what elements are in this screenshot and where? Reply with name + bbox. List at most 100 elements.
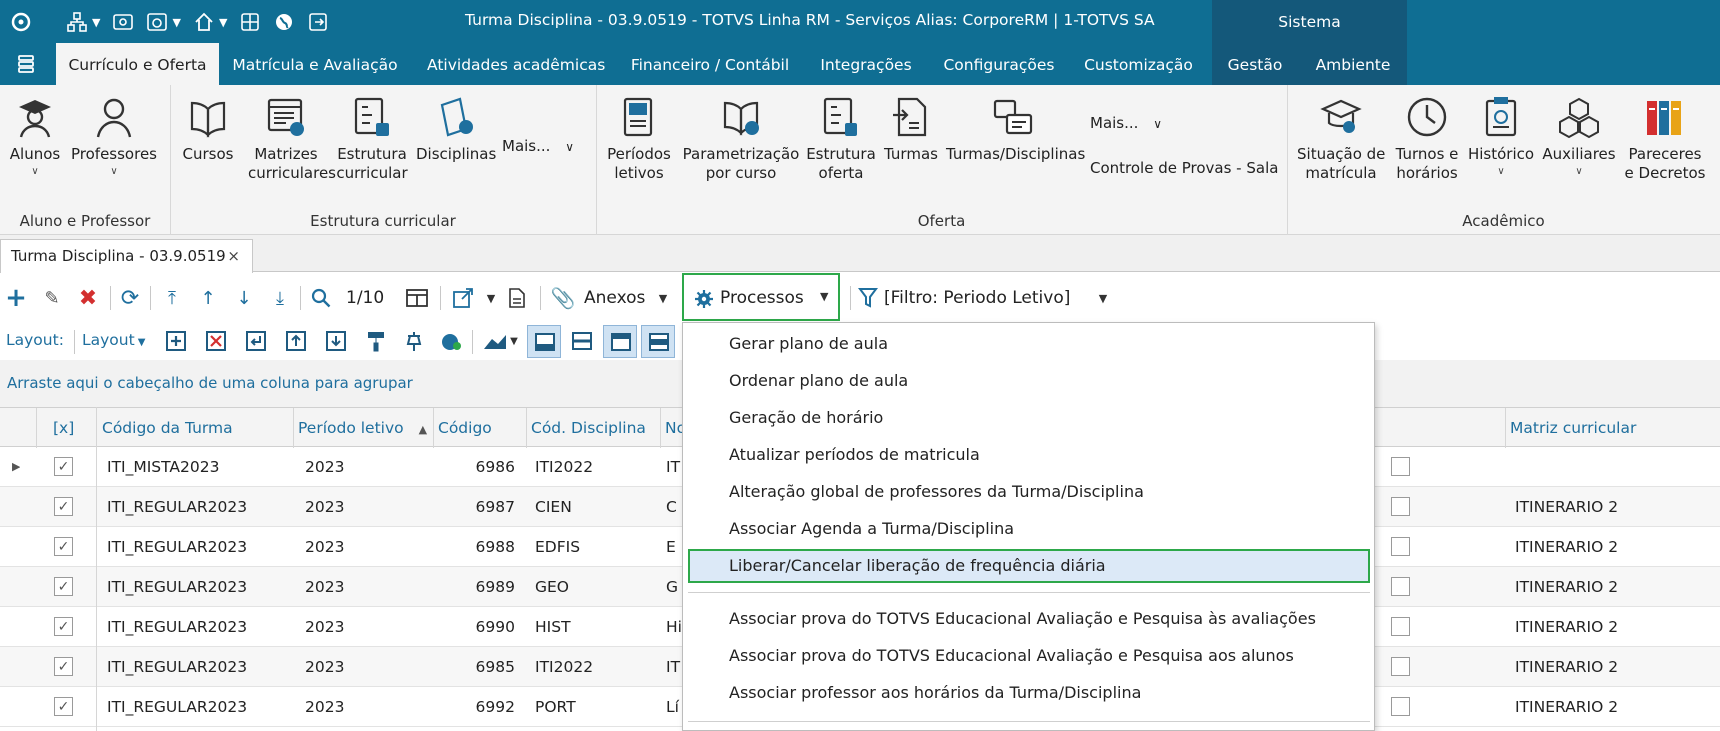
columns-icon[interactable] xyxy=(406,288,428,308)
row-select-checkbox[interactable]: ✓ xyxy=(54,657,73,676)
processos-menu-item[interactable]: Associar prova do TOTVS Educacional Aval… xyxy=(688,639,1370,673)
historico-button[interactable]: Histórico ∨ xyxy=(1466,95,1536,178)
turmas-button[interactable]: Turmas xyxy=(882,95,940,164)
controle-provas-sala-button[interactable]: Controle de Provas - Sala xyxy=(1090,159,1278,178)
row-flag-checkbox[interactable] xyxy=(1391,457,1410,476)
estrutura-curricular-button[interactable]: Estrutura curricular xyxy=(334,95,410,183)
turmas-disciplinas-button[interactable]: Turmas/Disciplinas xyxy=(946,95,1085,164)
add-icon[interactable]: + xyxy=(4,283,28,313)
save-layout-icon[interactable] xyxy=(246,331,266,351)
header-cod-disciplina[interactable]: Cód. Disciplina xyxy=(526,408,660,448)
row-select-checkbox[interactable]: ✓ xyxy=(54,457,73,476)
row-select-checkbox[interactable]: ✓ xyxy=(54,497,73,516)
remove-column-icon[interactable] xyxy=(206,331,226,351)
processos-menu-item[interactable]: Alteração global de professores da Turma… xyxy=(688,475,1370,509)
toggle-split-button[interactable] xyxy=(565,325,599,358)
processos-button[interactable]: Processos ▼ xyxy=(682,273,840,321)
processos-menu-item[interactable]: Associar professor aos horários da Turma… xyxy=(688,676,1370,710)
totvs-logo-icon[interactable] xyxy=(10,11,32,33)
tab-ambiente[interactable]: Ambiente xyxy=(1312,43,1394,85)
delete-icon[interactable]: ✖ xyxy=(76,286,100,311)
chart-icon[interactable] xyxy=(482,331,510,351)
header-codigo[interactable]: Código xyxy=(433,408,526,448)
chevron-down-icon[interactable]: ▼ xyxy=(219,16,227,29)
export-layout-icon[interactable] xyxy=(286,331,306,351)
chevron-down-icon[interactable]: ▼ xyxy=(484,286,498,310)
matrizes-curriculares-button[interactable]: Matrizes curriculares xyxy=(248,95,336,183)
turnos-horarios-button[interactable]: Turnos e horários xyxy=(1392,95,1462,183)
professores-button[interactable]: Professores ∨ xyxy=(68,95,160,178)
tab-atividades-academicas[interactable]: Atividades acadêmicas xyxy=(427,43,605,85)
processos-menu-item[interactable]: Geração de horário xyxy=(688,401,1370,435)
tab-configuracoes[interactable]: Configurações xyxy=(940,43,1058,85)
first-record-icon[interactable]: ⤒ xyxy=(160,286,184,310)
close-icon[interactable]: × xyxy=(227,240,240,272)
import-layout-icon[interactable] xyxy=(326,331,346,351)
filter-icon[interactable] xyxy=(858,287,878,309)
add-column-icon[interactable] xyxy=(166,331,186,351)
sistema-label[interactable]: Sistema xyxy=(1212,0,1407,43)
estrutura-oferta-button[interactable]: Estrutura oferta xyxy=(806,95,876,183)
anexos-button[interactable]: Anexos xyxy=(584,288,645,308)
chevron-down-icon[interactable]: ▼ xyxy=(820,290,828,303)
chevron-down-icon[interactable]: ▼ xyxy=(656,286,670,310)
next-record-icon[interactable]: ↓ xyxy=(232,286,256,310)
tab-gestao[interactable]: Gestão xyxy=(1222,43,1288,85)
toggle-footer-button[interactable] xyxy=(527,325,561,358)
pareceres-decretos-button[interactable]: Pareceres e Decretos xyxy=(1624,95,1706,183)
header-matriz-curricular[interactable]: Matriz curricular xyxy=(1505,408,1720,448)
refresh-window-icon[interactable] xyxy=(146,11,168,33)
refresh-icon[interactable]: ⟳ xyxy=(118,286,142,311)
auxiliares-button[interactable]: Auxiliares ∨ xyxy=(1542,95,1616,178)
app-menu-icon[interactable] xyxy=(16,54,36,74)
mais-estrutura-button[interactable]: Mais... ∨ xyxy=(502,137,582,157)
processos-menu-item[interactable]: Gerar plano de aula xyxy=(688,327,1370,361)
processos-menu-item[interactable]: Atualizar períodos de matricula xyxy=(688,438,1370,472)
home-icon[interactable] xyxy=(193,11,215,33)
row-flag-checkbox[interactable] xyxy=(1391,657,1410,676)
disciplinas-button[interactable]: Disciplinas xyxy=(416,95,496,164)
cursos-button[interactable]: Cursos xyxy=(180,95,236,164)
situacao-matricula-button[interactable]: Situação de matrícula xyxy=(1297,95,1385,183)
paperclip-icon[interactable]: 📎 xyxy=(551,286,576,310)
report-icon[interactable] xyxy=(508,287,526,309)
globe-icon[interactable] xyxy=(273,11,295,33)
grid-icon[interactable] xyxy=(239,11,261,33)
alunos-button[interactable]: Alunos ∨ xyxy=(6,95,64,178)
toggle-header-button[interactable] xyxy=(603,325,637,358)
layout-dropdown[interactable]: Layout ▼ xyxy=(82,331,145,349)
pin-icon[interactable] xyxy=(404,330,424,352)
row-select-checkbox[interactable]: ✓ xyxy=(54,537,73,556)
window-icon[interactable] xyxy=(112,11,134,33)
processos-menu-item[interactable]: Associar Agenda a Turma/Disciplina xyxy=(688,512,1370,546)
header-codigo-turma[interactable]: Código da Turma xyxy=(96,408,293,448)
hierarchy-icon[interactable] xyxy=(66,11,88,33)
row-flag-checkbox[interactable] xyxy=(1391,617,1410,636)
row-flag-checkbox[interactable] xyxy=(1391,497,1410,516)
mais-oferta-button[interactable]: Mais... ∨ xyxy=(1090,114,1190,134)
open-external-icon[interactable] xyxy=(452,287,474,309)
last-record-icon[interactable]: ⤓ xyxy=(268,286,292,310)
paint-roller-icon[interactable] xyxy=(366,330,386,352)
row-select-checkbox[interactable]: ✓ xyxy=(54,577,73,596)
periodos-letivos-button[interactable]: Períodos letivos xyxy=(604,95,674,183)
header-select[interactable]: [x] xyxy=(36,408,96,448)
chevron-down-icon[interactable]: ▼ xyxy=(1096,286,1110,310)
search-icon[interactable] xyxy=(310,287,332,309)
chevron-down-icon[interactable]: ▼ xyxy=(92,16,100,29)
processos-menu-item[interactable]: Liberar/Cancelar liberação de frequência… xyxy=(688,549,1370,583)
chevron-down-icon[interactable]: ▼ xyxy=(508,330,520,352)
tab-financeiro-contabil[interactable]: Financeiro / Contábil xyxy=(628,43,792,85)
edit-icon[interactable]: ✎ xyxy=(40,286,64,310)
exit-icon[interactable] xyxy=(307,11,329,33)
row-flag-checkbox[interactable] xyxy=(1391,577,1410,596)
processos-menu-item[interactable]: Ordenar plano de aula xyxy=(688,364,1370,398)
row-select-checkbox[interactable]: ✓ xyxy=(54,617,73,636)
row-flag-checkbox[interactable] xyxy=(1391,537,1410,556)
tab-integracoes[interactable]: Integrações xyxy=(816,43,916,85)
color-format-icon[interactable] xyxy=(440,330,462,352)
tab-matricula-avaliacao[interactable]: Matrícula e Avaliação xyxy=(227,43,403,85)
parametrizacao-por-curso-button[interactable]: Parametrização por curso xyxy=(680,95,802,183)
filter-label[interactable]: [Filtro: Periodo Letivo] xyxy=(884,288,1070,308)
header-periodo-letivo[interactable]: Período letivo ▲ xyxy=(293,408,433,448)
